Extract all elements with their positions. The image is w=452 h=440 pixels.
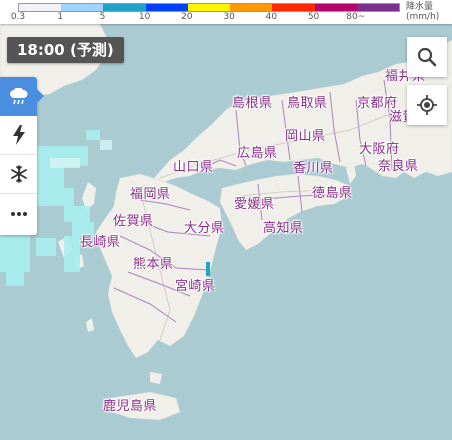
legend-tick-label: 30 xyxy=(223,12,235,22)
active-layer-indicator xyxy=(37,89,44,103)
legend-color-scale xyxy=(18,3,400,12)
legend-swatch xyxy=(103,4,146,11)
legend-swatch xyxy=(272,4,315,11)
legend-swatch xyxy=(356,4,399,11)
snowflake-icon xyxy=(10,165,27,183)
legend-tick-label: 50 xyxy=(307,12,320,22)
pref-label-miyazaki: 宮崎県 xyxy=(175,279,216,294)
legend-tick-label: 80~ xyxy=(346,12,366,22)
current-location-icon xyxy=(417,95,437,115)
legend-swatch xyxy=(145,4,188,11)
legend-tick-label: 1 xyxy=(57,12,64,22)
layer-panel xyxy=(0,77,44,235)
lightning-icon xyxy=(12,125,25,145)
legend-tick-label: 5 xyxy=(99,12,106,22)
current-location-button[interactable] xyxy=(407,85,447,125)
pref-label-fukuoka: 福岡県 xyxy=(130,187,171,202)
pref-label-oita: 大分県 xyxy=(184,221,225,236)
layer-more-button[interactable] xyxy=(0,194,37,233)
pref-label-kagawa: 香川県 xyxy=(293,161,334,176)
legend-unit-label: 降水量 xyxy=(406,2,434,12)
pref-label-kagoshima: 鹿児島県 xyxy=(103,399,158,414)
search-button[interactable] xyxy=(407,37,447,77)
legend-tick-label: 0.3 xyxy=(10,12,26,22)
pref-label-tokushima: 徳島県 xyxy=(312,186,353,201)
pref-label-shimane: 島根県 xyxy=(232,96,273,111)
precipitation-legend: 0.3 1 5 10 20 30 40 50 80~ 降水量 (mm/h) xyxy=(0,0,452,24)
legend-swatch xyxy=(19,4,62,11)
more-icon xyxy=(10,211,27,216)
pref-label-tottori: 鳥取県 xyxy=(287,96,328,111)
pref-label-hiroshima: 広島県 xyxy=(237,146,278,161)
rain-spot xyxy=(206,262,210,276)
pref-label-nagasaki: 長崎県 xyxy=(80,235,121,250)
legend-tick-label: 40 xyxy=(265,12,278,22)
legend-unit: (mm/h) xyxy=(406,12,440,22)
pref-label-kochi: 高知県 xyxy=(263,221,304,236)
rain-cloud-icon xyxy=(9,87,27,104)
legend-swatch xyxy=(314,4,357,11)
pref-label-okayama: 岡山県 xyxy=(285,129,326,144)
legend-swatch xyxy=(61,4,104,11)
legend-tick-label: 10 xyxy=(138,12,151,22)
layer-rain-button[interactable] xyxy=(0,77,44,116)
legend-swatch xyxy=(230,4,273,11)
legend-tick-label: 20 xyxy=(181,12,193,22)
pref-label-saga: 佐賀県 xyxy=(113,214,154,229)
layer-snow-button[interactable] xyxy=(0,155,37,194)
layer-lightning-button[interactable] xyxy=(0,116,37,155)
pref-label-kumamoto: 熊本県 xyxy=(133,257,174,272)
pref-label-ehime: 愛媛県 xyxy=(234,197,275,212)
pref-label-yamaguchi: 山口県 xyxy=(173,160,214,175)
forecast-time-badge: 18:00 (予測) xyxy=(7,37,124,63)
legend-swatch xyxy=(187,4,231,11)
search-icon xyxy=(417,47,437,67)
pref-label-nara: 奈良県 xyxy=(378,159,419,174)
